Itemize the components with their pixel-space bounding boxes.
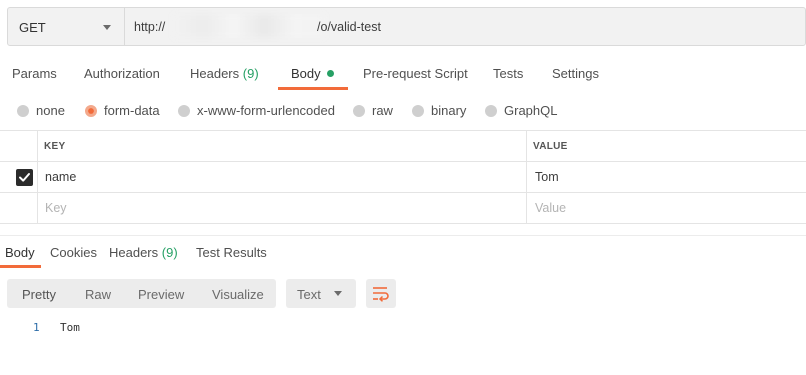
redacted-host <box>173 14 325 38</box>
radio-urlencoded-label: x-www-form-urlencoded <box>197 103 335 118</box>
table-top-border <box>0 130 806 131</box>
tab-authorization[interactable]: Authorization <box>84 66 160 81</box>
radio-none-label: none <box>36 103 65 118</box>
chevron-down-icon <box>103 25 111 30</box>
tab-tests[interactable]: Tests <box>493 66 523 81</box>
response-tab-headers[interactable]: Headers (9) <box>109 245 178 260</box>
key-column-header: KEY <box>44 141 66 152</box>
radio-raw-label: raw <box>372 103 393 118</box>
raw-button[interactable]: Raw <box>85 287 111 302</box>
radio-icon <box>17 104 29 117</box>
key-field[interactable]: name <box>45 170 76 184</box>
chevron-down-icon <box>334 291 342 296</box>
radio-graphql[interactable]: GraphQL <box>485 103 557 118</box>
table-header-border <box>0 161 806 162</box>
radio-icon <box>178 104 190 117</box>
radio-urlencoded[interactable]: x-www-form-urlencoded <box>178 103 335 118</box>
table-column-divider <box>37 131 38 223</box>
tab-body[interactable]: Body <box>291 66 334 81</box>
response-tab-test-results[interactable]: Test Results <box>196 245 267 260</box>
value-column-header: VALUE <box>533 141 568 152</box>
value-field[interactable]: Tom <box>535 170 559 184</box>
radio-none[interactable]: none <box>17 103 65 118</box>
url-bar: GET http:// /o/valid-test <box>7 7 806 46</box>
tab-params[interactable]: Params <box>12 66 57 81</box>
response-tab-body[interactable]: Body <box>5 245 35 260</box>
response-body-line: Tom <box>60 321 80 334</box>
view-mode-group: Pretty Raw Preview Visualize <box>7 279 276 308</box>
radio-form-data-label: form-data <box>104 103 160 118</box>
preview-button[interactable]: Preview <box>138 287 184 302</box>
radio-icon <box>485 104 497 117</box>
new-key-field[interactable]: Key <box>45 201 67 215</box>
active-tab-indicator <box>278 87 348 90</box>
tab-body-label: Body <box>291 66 321 81</box>
row-enabled-checkbox[interactable] <box>16 169 33 186</box>
response-tab-headers-label: Headers <box>109 245 159 260</box>
radio-graphql-label: GraphQL <box>504 103 558 118</box>
wrap-lines-icon <box>373 287 389 302</box>
pretty-button[interactable]: Pretty <box>22 287 56 302</box>
format-label: Text <box>297 287 321 302</box>
section-divider <box>0 235 806 236</box>
tab-prerequest-script[interactable]: Pre-request Script <box>363 66 468 81</box>
url-input-path[interactable]: /o/valid-test <box>317 20 381 34</box>
status-dot-icon <box>326 70 334 77</box>
wrap-lines-button[interactable] <box>366 279 396 308</box>
checkmark-icon <box>19 173 30 182</box>
table-bottom-border <box>0 223 806 224</box>
response-headers-count: (9) <box>161 245 178 260</box>
radio-raw[interactable]: raw <box>353 103 393 118</box>
table-column-divider <box>526 131 527 223</box>
response-tab-cookies[interactable]: Cookies <box>50 245 97 260</box>
radio-icon <box>353 104 365 117</box>
line-number: 1 <box>33 321 40 334</box>
radio-binary[interactable]: binary <box>412 103 466 118</box>
visualize-button[interactable]: Visualize <box>212 287 264 302</box>
table-row-border <box>0 192 806 193</box>
radio-form-data[interactable]: form-data <box>85 103 160 118</box>
method-select[interactable]: GET <box>8 8 125 45</box>
new-value-field[interactable]: Value <box>535 201 566 215</box>
tab-settings[interactable]: Settings <box>552 66 599 81</box>
active-response-tab-indicator <box>0 265 41 268</box>
method-label: GET <box>19 20 46 35</box>
tab-headers[interactable]: Headers (9) <box>190 66 259 81</box>
headers-count: (9) <box>242 66 259 81</box>
radio-binary-label: binary <box>431 103 467 118</box>
url-input-prefix[interactable]: http:// <box>134 20 165 34</box>
format-select[interactable]: Text <box>286 279 356 308</box>
tab-headers-label: Headers <box>190 66 240 81</box>
radio-icon <box>412 104 424 117</box>
radio-selected-icon <box>85 104 97 117</box>
